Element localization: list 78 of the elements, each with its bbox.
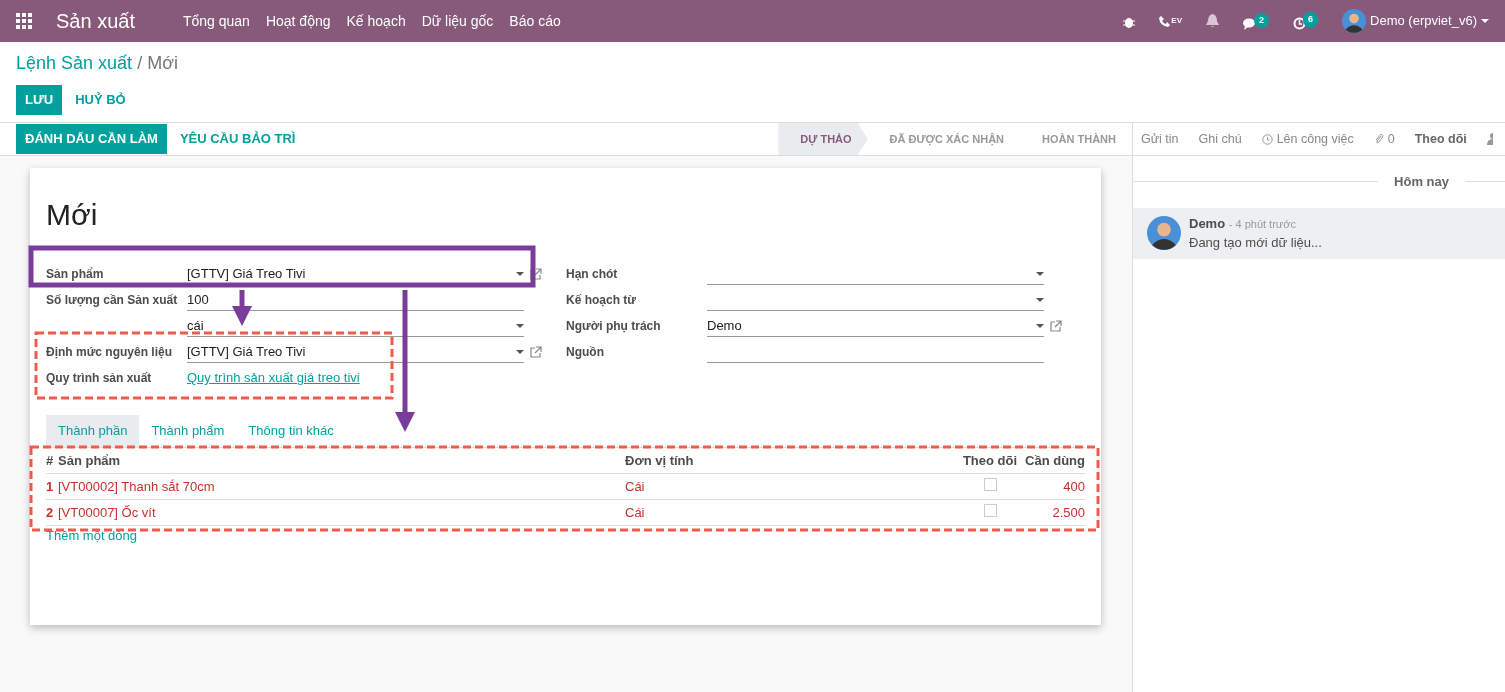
header-button[interactable]: ĐÁNH DẤU CẦN LÀM [16,124,167,154]
annotation-arrow [232,290,252,326]
message-body: Đang tạo mới dữ liệu... [1189,234,1322,252]
record-title: Mới [46,197,99,233]
counter-badge: 6 [1303,12,1319,28]
field-label: Quy trình sản xuất [46,370,153,387]
chat-bubble-icon [1243,17,1258,30]
field-label: Hạn chót [566,266,619,283]
status-stage[interactable]: DỰ THẢO [778,123,868,155]
field-label: Định mức nguyên liệu [46,344,174,361]
column-header: Theo dõi [955,447,1025,473]
discard-button[interactable]: HUỶ BỎ [66,85,135,115]
field-label: Nguồn [566,344,605,361]
table-cell: 2.500 [1025,499,1085,525]
select-field[interactable]: [GTTV] Giá Treo Tivi [187,263,524,285]
field-link[interactable]: Quy trình sản xuất giá treo tivi [187,368,524,388]
chatter-action[interactable]: Lên công việc [1261,129,1354,149]
clock-icon [1293,17,1307,30]
column-header: Cần dùng [1025,447,1085,473]
breadcrumb-link[interactable]: Lệnh Sản xuất [16,53,133,73]
chatter-action[interactable]: 0 [1373,129,1395,149]
tab[interactable]: Thông tin khác [236,415,346,447]
message-author: Demo [1189,215,1226,231]
table-cell: Cái [625,499,955,525]
date-separator: Hôm nay [1393,173,1450,191]
breadcrumb-separator: / [137,53,143,73]
checkbox[interactable] [983,477,997,491]
avatar-icon [1342,9,1367,33]
field-label: Sản phẩm [46,266,105,283]
tab[interactable]: Thành phẩm [139,415,237,447]
activities-button[interactable]: 6 [1293,12,1319,30]
messages-button[interactable]: 2 [1243,12,1270,30]
checkbox[interactable] [983,503,997,517]
column-header: # [46,447,58,473]
avatar-icon [1147,216,1181,250]
add-line-link[interactable]: Thêm một dòng [46,527,138,543]
chatter-action[interactable]: Ghi chú [1198,129,1242,149]
field-label: Kế hoạch từ [566,292,638,309]
tab[interactable]: Thành phần [46,415,140,447]
column-header: Sản phẩm [58,447,625,473]
table-cell: [VT00002] Thanh sắt 70cm [58,473,625,499]
column-header: Đơn vị tính [625,447,955,473]
breadcrumb-current: Mới [147,53,178,73]
paperclip-icon [1373,133,1384,145]
user-menu[interactable]: Demo (erpviet_v6) [1342,9,1489,33]
table-cell: [VT00007] Ốc vít [58,499,625,525]
select-field[interactable]: [GTTV] Giá Treo Tivi [187,341,524,363]
menu-item[interactable]: Kế hoạch [346,10,406,32]
message-time: - 4 phút trước [1228,217,1296,230]
menu-item[interactable]: Dữ liệu gốc [421,10,494,32]
table-cell: 2 [46,499,58,525]
apps-menu-icon[interactable] [16,13,32,29]
field-label: Người phụ trách [566,318,662,335]
external-link-icon[interactable] [1050,320,1062,332]
status-stage[interactable]: HOÀN THÀNH [1020,123,1132,155]
menu-item[interactable]: Báo cáo [509,10,561,32]
select-field[interactable]: cái [187,315,524,337]
external-link-icon[interactable] [530,346,542,358]
table-cell: 1 [46,473,58,499]
status-stage[interactable]: ĐÃ ĐƯỢC XÁC NHẬN [867,123,1021,155]
table-cell: Cái [625,473,955,499]
menu-item[interactable]: Tổng quan [182,10,250,32]
bell-icon[interactable] [1206,14,1220,28]
person-icon[interactable] [1486,133,1493,145]
external-link-icon[interactable] [530,268,542,280]
phone-button[interactable]: EV [1159,15,1183,27]
header-button[interactable]: YÊU CẦU BẢO TRÌ [170,124,305,154]
counter-badge: 2 [1254,12,1270,28]
clock-icon [1261,133,1273,145]
save-button[interactable]: LƯU [16,85,63,115]
chatter-action[interactable]: Theo dõi [1414,129,1467,149]
chatter-action[interactable]: Gửi tin [1141,129,1179,149]
field-label: Số lượng cần Sản xuất [46,292,179,309]
table-cell: 400 [1025,473,1085,499]
input-field[interactable]: 100 [187,289,524,311]
menu-item[interactable]: Hoạt động [265,10,331,32]
select-field[interactable]: Demo [707,315,1044,337]
app-title: Sản xuất [56,9,135,34]
